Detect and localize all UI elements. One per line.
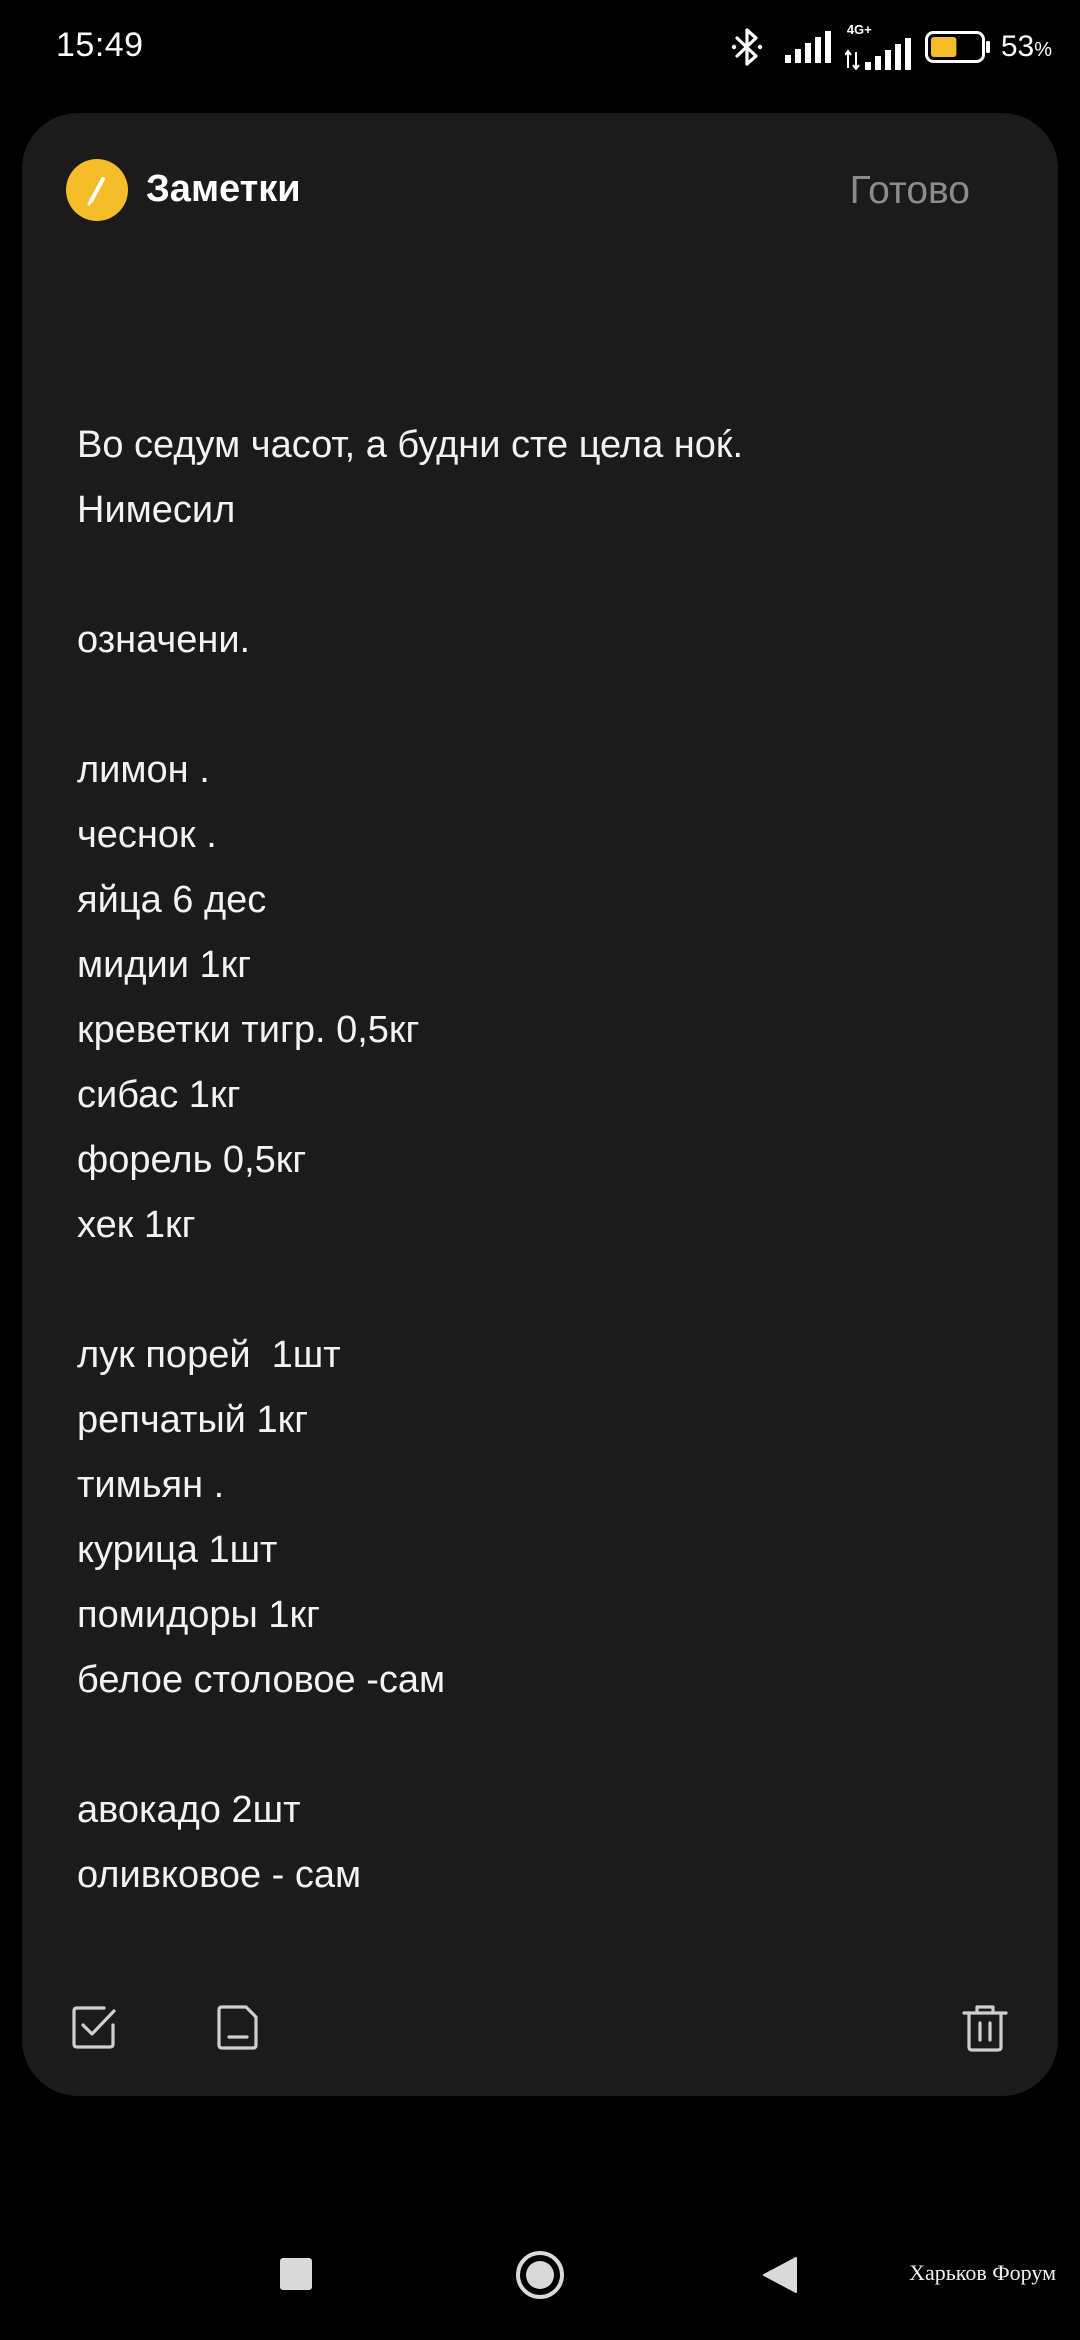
watermark: Харьков Форум xyxy=(909,2260,1056,2285)
note-line: лимон . xyxy=(77,749,210,791)
note-line: авокадо 2шт xyxy=(77,1789,301,1831)
status-time: 15:49 xyxy=(56,26,144,64)
note-line: тимьян . xyxy=(77,1464,225,1506)
back-triangle-icon[interactable] xyxy=(762,2256,798,2299)
note-line: курица 1шт xyxy=(77,1529,278,1571)
note-blank-line xyxy=(77,673,997,738)
battery-icon xyxy=(924,31,990,63)
note-line: означени. xyxy=(77,619,251,661)
done-button[interactable]: Готово xyxy=(850,169,970,213)
battery-percent: 53% xyxy=(1000,30,1052,63)
note-line: хек 1кг xyxy=(77,1204,196,1246)
app-title: Заметки xyxy=(146,168,301,210)
note-line: белое столовое -сам xyxy=(77,1659,446,1701)
status-bar: 15:49 4G+ 53% xyxy=(0,0,1080,96)
note-format-icon[interactable] xyxy=(216,2003,260,2051)
trash-icon[interactable] xyxy=(962,2003,1008,2053)
note-line: оливковое - сам xyxy=(77,1854,362,1896)
note-line: форель 0,5кг xyxy=(77,1139,307,1181)
note-line: мидии 1кг xyxy=(77,944,252,986)
network-type-label: 4G+ xyxy=(846,22,872,37)
note-line: яйца 6 дес xyxy=(77,879,267,921)
note-blank-line xyxy=(77,1258,997,1323)
mobile-data-signal-icon: 4G+ xyxy=(844,22,911,70)
pencil-icon xyxy=(66,159,128,221)
note-blank-line xyxy=(77,1713,997,1778)
note-line: лук порей 1шт xyxy=(77,1334,341,1376)
note-line: помидоры 1кг xyxy=(77,1594,320,1636)
status-icons: 4G+ 53% xyxy=(731,22,1052,72)
checklist-icon[interactable] xyxy=(70,2003,118,2051)
note-line: чеснок . xyxy=(77,814,217,856)
home-circle-icon[interactable] xyxy=(515,2250,565,2305)
signal-icon xyxy=(784,31,831,63)
note-line: Во седум часот, а будни сте цела ноќ. xyxy=(77,424,744,466)
bluetooth-icon xyxy=(731,28,763,66)
note-line: сибас 1кг xyxy=(77,1074,241,1116)
note-text-area[interactable]: Во седум часот, а будни сте цела ноќ. Ним… xyxy=(77,413,997,1908)
note-card: Заметки Готово Во седум часот, а будни с… xyxy=(22,113,1058,2096)
note-line: Нимесил xyxy=(77,489,236,531)
recents-square-icon[interactable] xyxy=(280,2258,312,2295)
note-blank-line xyxy=(77,543,997,608)
note-line: креветки тигр. 0,5кг xyxy=(77,1009,420,1051)
note-line: репчатый 1кг xyxy=(77,1399,309,1441)
